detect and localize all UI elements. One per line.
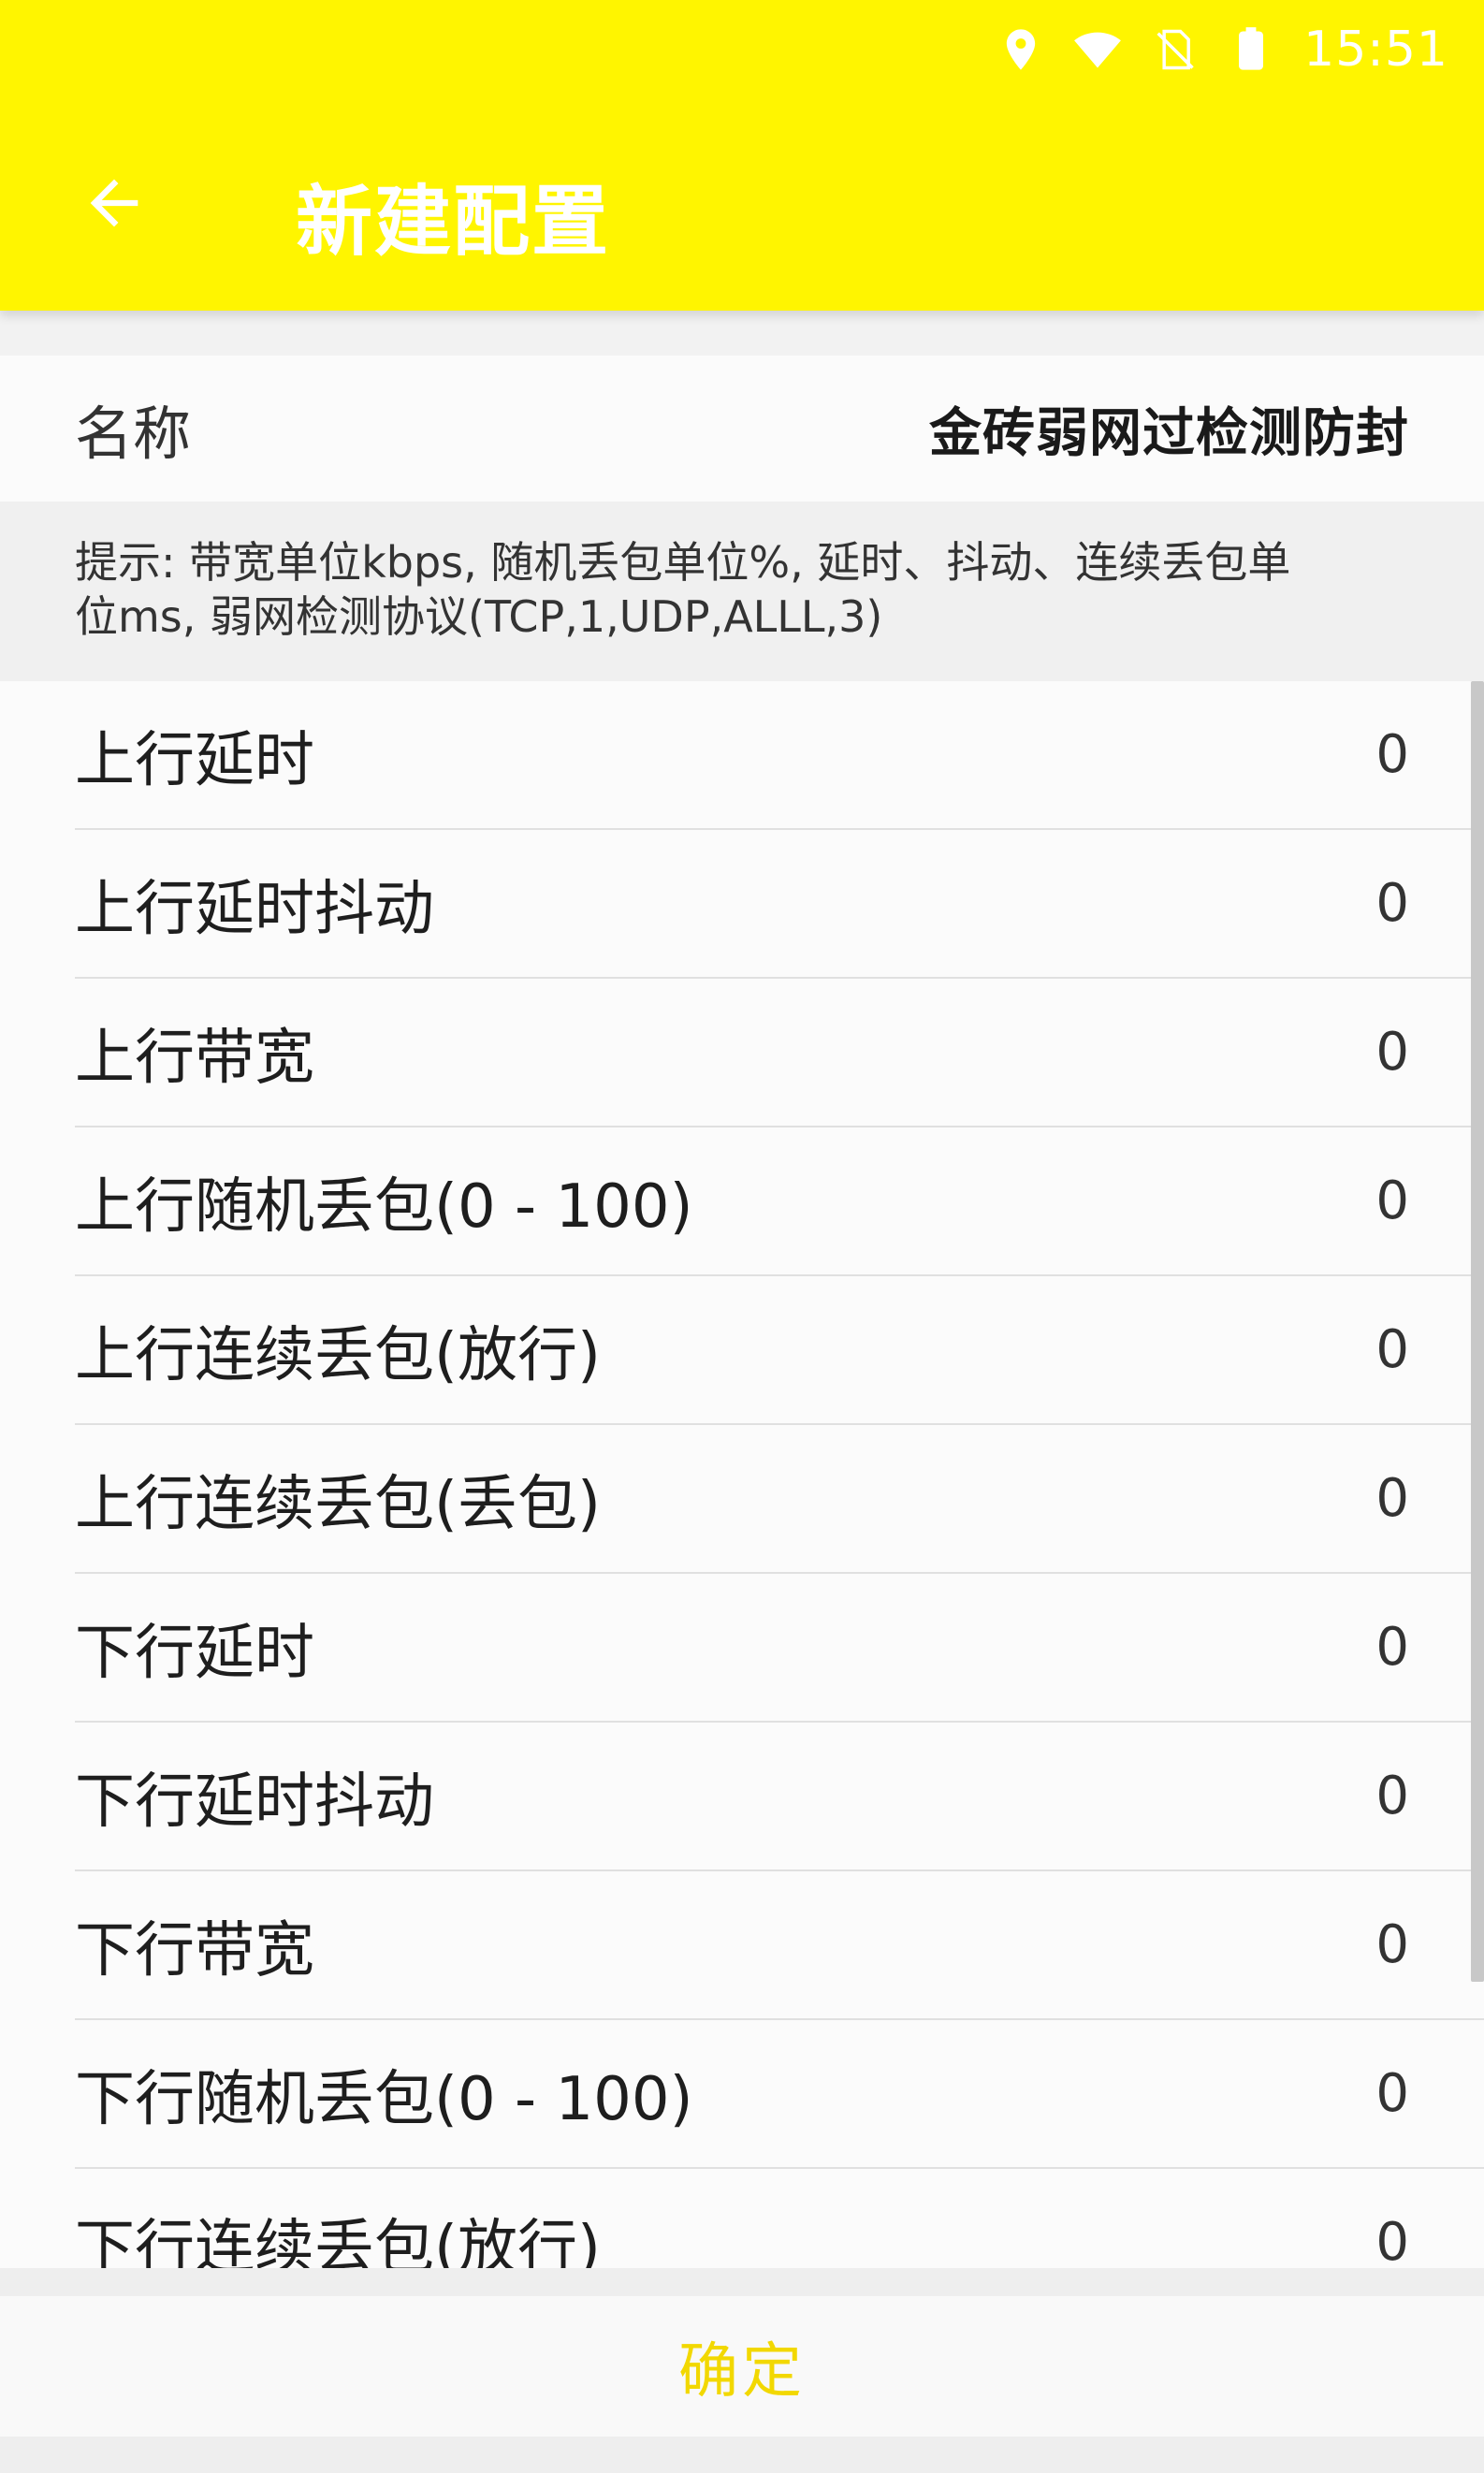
setting-label: 下行连续丢包(放行) xyxy=(75,2213,601,2269)
app-bar: 15:51 新建配置 xyxy=(0,0,1484,311)
setting-label: 下行随机丢包(0 - 100) xyxy=(75,2064,693,2134)
setting-value[interactable]: 0 xyxy=(1375,1617,1409,1678)
page-title: 新建配置 xyxy=(296,178,611,267)
setting-row[interactable]: 下行随机丢包(0 - 100) 0 xyxy=(75,2020,1484,2169)
name-label: 名称 xyxy=(75,400,192,468)
toolbar: 新建配置 xyxy=(0,131,1484,271)
status-time: 15:51 xyxy=(1303,22,1448,78)
no-sim-icon xyxy=(1150,25,1199,74)
setting-value[interactable]: 0 xyxy=(1375,724,1409,785)
setting-row[interactable]: 上行连续丢包(丢包) 0 xyxy=(75,1425,1484,1574)
setting-label: 上行随机丢包(0 - 100) xyxy=(75,1171,693,1242)
setting-value[interactable]: 0 xyxy=(1375,873,1409,934)
setting-label: 上行连续丢包(放行) xyxy=(75,1320,601,1390)
setting-label: 上行连续丢包(丢包) xyxy=(75,1469,601,1539)
setting-label: 下行延时抖动 xyxy=(75,1767,434,1837)
location-icon xyxy=(997,25,1045,74)
setting-row[interactable]: 上行带宽 0 xyxy=(75,979,1484,1127)
confirm-button[interactable]: 确定 xyxy=(0,2296,1484,2437)
list-scrollbar[interactable] xyxy=(1471,681,1484,1982)
hint-line-1: 提示: 带宽单位kbps, 随机丢包单位%, 延时、抖动、连续丢包单 xyxy=(75,537,1291,588)
setting-label: 上行延时 xyxy=(75,725,314,795)
hint-line-2: 位ms, 弱网检测协议(TCP,1,UDP,ALLL,3) xyxy=(75,591,883,642)
setting-label: 上行延时抖动 xyxy=(75,874,434,944)
setting-row[interactable]: 上行延时抖动 0 xyxy=(75,830,1484,979)
setting-row[interactable]: 下行延时抖动 0 xyxy=(75,1723,1484,1871)
setting-row[interactable]: 上行延时 0 xyxy=(75,681,1484,830)
wifi-icon xyxy=(1073,25,1122,74)
back-button[interactable] xyxy=(75,164,153,242)
setting-label: 下行延时 xyxy=(75,1618,314,1688)
setting-row[interactable]: 上行连续丢包(放行) 0 xyxy=(75,1276,1484,1425)
status-bar: 15:51 xyxy=(997,17,1448,82)
setting-value[interactable]: 0 xyxy=(1375,1022,1409,1083)
name-value[interactable]: 金砖弱网过检测防封 xyxy=(929,391,1409,467)
setting-row[interactable]: 上行随机丢包(0 - 100) 0 xyxy=(75,1127,1484,1276)
setting-value[interactable]: 0 xyxy=(1375,1319,1409,1380)
setting-value[interactable]: 0 xyxy=(1375,1766,1409,1826)
name-row[interactable]: 名称 金砖弱网过检测防封 xyxy=(0,356,1484,502)
settings-list[interactable]: 上行延时 0 上行延时抖动 0 上行带宽 0 上行随机丢包(0 - 100) 0… xyxy=(0,681,1484,2268)
setting-row[interactable]: 下行带宽 0 xyxy=(75,1871,1484,2020)
hint-text: 提示: 带宽单位kbps, 随机丢包单位%, 延时、抖动、连续丢包单 位ms, … xyxy=(0,502,1484,681)
setting-row[interactable]: 下行连续丢包(放行) 0 xyxy=(75,2169,1484,2268)
setting-label: 下行带宽 xyxy=(75,1915,314,1986)
setting-value[interactable]: 0 xyxy=(1375,1468,1409,1529)
setting-value[interactable]: 0 xyxy=(1375,2212,1409,2268)
arrow-left-icon xyxy=(90,179,138,227)
battery-icon xyxy=(1227,25,1275,74)
bottom-bar: 确定 xyxy=(0,2268,1484,2473)
setting-value[interactable]: 0 xyxy=(1375,1914,1409,1975)
config-screen: 15:51 新建配置 名称 金砖弱网过检测防封 提示: 带宽单位kbps, 随机… xyxy=(0,0,1484,2473)
setting-label: 上行带宽 xyxy=(75,1023,314,1093)
setting-row[interactable]: 下行延时 0 xyxy=(75,1574,1484,1723)
setting-value[interactable]: 0 xyxy=(1375,2063,1409,2124)
setting-value[interactable]: 0 xyxy=(1375,1171,1409,1231)
